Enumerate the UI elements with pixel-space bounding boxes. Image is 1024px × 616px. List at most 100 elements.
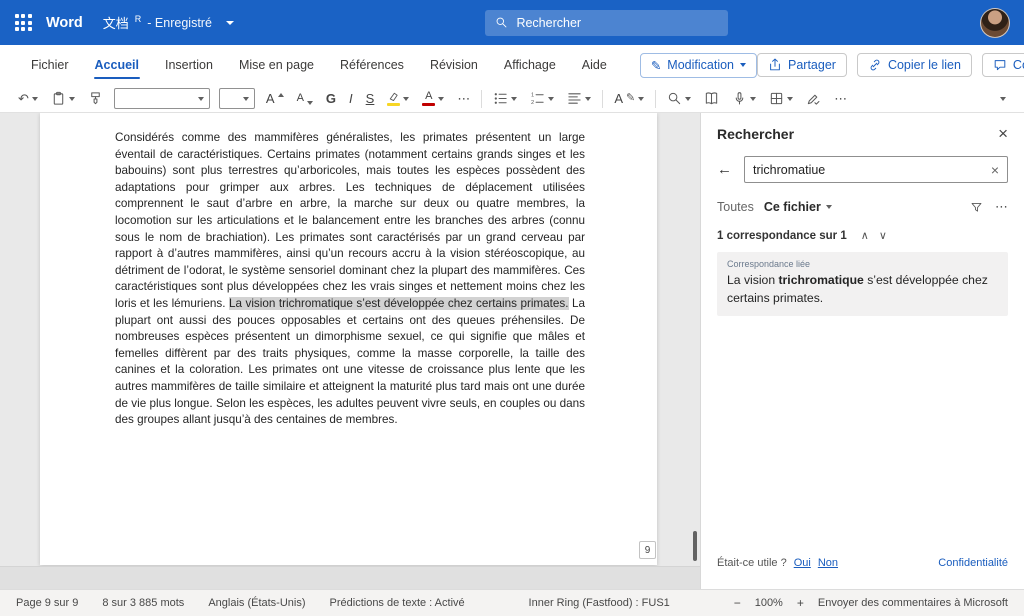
zoom-level[interactable]: 100% [755, 597, 783, 609]
app-launcher-button[interactable] [0, 0, 46, 45]
chevron-down-icon [740, 63, 746, 67]
zoom-out-button[interactable]: − [734, 596, 741, 610]
font-color-button[interactable]: A [420, 90, 446, 107]
book-icon [704, 91, 719, 106]
document-title-group[interactable]: 文档 R - Enregistré [103, 13, 234, 32]
tab-affichage[interactable]: Affichage [491, 45, 569, 85]
alignment-button[interactable] [565, 90, 593, 107]
waffle-icon [15, 14, 32, 31]
tab-fichier[interactable]: Fichier [18, 45, 82, 85]
paragraph-text-after: La plupart ont aussi des pouces opposabl… [115, 297, 585, 426]
scope-file-dropdown[interactable]: Ce fichier [764, 200, 832, 214]
chevron-down-icon [32, 97, 38, 101]
main-content: Considérés comme des mammifères générali… [0, 113, 1024, 589]
share-button[interactable]: Partager [757, 53, 847, 77]
global-search-box[interactable]: Rechercher [485, 10, 728, 36]
editing-mode-button[interactable]: ✎ Modification [640, 53, 757, 78]
more-options-icon[interactable]: ⋯ [995, 199, 1008, 215]
privacy-link[interactable]: Confidentialité [938, 557, 1008, 569]
more-commands-button[interactable]: ⋯ [832, 91, 849, 106]
styles-button[interactable]: A ✎ [612, 91, 646, 106]
bullet-list-button[interactable] [491, 90, 519, 107]
shrink-font-button[interactable]: A [295, 92, 315, 105]
dictate-button[interactable] [730, 90, 758, 107]
language-status[interactable]: Anglais (États-Unis) [208, 597, 305, 609]
clear-search-icon[interactable]: × [991, 163, 999, 177]
user-avatar[interactable] [980, 8, 1010, 38]
tab-revision[interactable]: Révision [417, 45, 491, 85]
document-paragraph[interactable]: Considérés comme des mammifères générali… [115, 130, 585, 429]
underline-button[interactable]: S [364, 91, 377, 106]
helpful-question: Était-ce utile ? [717, 557, 787, 569]
tab-accueil[interactable]: Accueil [82, 45, 152, 85]
italic-button[interactable]: I [347, 91, 355, 106]
find-button[interactable] [665, 90, 693, 107]
horizontal-scrollbar[interactable] [0, 566, 700, 589]
comment-icon [993, 58, 1007, 72]
helpful-no-link[interactable]: Non [818, 557, 838, 569]
document-page[interactable]: Considérés comme des mammifères générali… [40, 113, 657, 565]
editor-button[interactable] [804, 90, 823, 107]
helpful-yes-link[interactable]: Oui [794, 557, 811, 569]
comments-label: Commentaires [1013, 58, 1024, 72]
statusbar-right: − 100% + Envoyer des commentaires à Micr… [734, 596, 1008, 610]
caret-down-icon [307, 101, 313, 105]
chevron-down-icon [787, 97, 793, 101]
format-painter-button[interactable] [86, 90, 105, 107]
find-pane-header: Rechercher × [717, 125, 1008, 142]
bold-button[interactable]: G [324, 91, 338, 106]
shrink-font-letter: A [297, 93, 304, 104]
match-count-row: 1 correspondance sur 1 ∧ ∨ [717, 229, 1008, 242]
tab-mise-en-page[interactable]: Mise en page [226, 45, 327, 85]
chevron-down-icon [69, 97, 75, 101]
clipboard-icon [51, 91, 66, 106]
format-painter-icon [88, 91, 103, 106]
result-text-before: La vision [727, 273, 779, 287]
chevron-down-icon [750, 97, 756, 101]
filter-icon[interactable] [970, 201, 983, 214]
document-badge: R [135, 14, 142, 24]
tab-insertion[interactable]: Insertion [152, 45, 226, 85]
next-match-icon[interactable]: ∨ [879, 229, 887, 242]
search-icon [495, 16, 508, 29]
tab-references[interactable]: Références [327, 45, 417, 85]
chevron-down-icon [585, 97, 591, 101]
previous-match-icon[interactable]: ∧ [861, 229, 869, 242]
copy-link-button[interactable]: Copier le lien [857, 53, 972, 77]
collapse-ribbon-button[interactable] [998, 96, 1008, 102]
paste-button[interactable] [49, 90, 77, 107]
vertical-scrollbar-thumb[interactable] [693, 531, 697, 561]
divider [655, 90, 656, 108]
scope-all-label[interactable]: Toutes [717, 200, 754, 214]
back-arrow-icon[interactable]: ← [717, 162, 732, 177]
global-search-placeholder: Rechercher [516, 16, 581, 30]
text-predictions-status[interactable]: Prédictions de texte : Activé [330, 597, 465, 609]
page-count-status[interactable]: Page 9 sur 9 [16, 597, 78, 609]
tab-aide[interactable]: Aide [569, 45, 620, 85]
more-font-options-button[interactable]: ⋯ [455, 91, 472, 106]
find-pane-footer: Était-ce utile ? Oui Non Confidentialité [717, 557, 1008, 569]
send-feedback-link[interactable]: Envoyer des commentaires à Microsoft [818, 597, 1008, 609]
result-text-match: trichromatique [779, 273, 864, 287]
font-name-combo[interactable] [114, 88, 210, 109]
search-result-card[interactable]: Correspondance liée La vision trichromat… [717, 252, 1008, 316]
app-name[interactable]: Word [46, 15, 83, 31]
zoom-in-button[interactable]: + [797, 596, 804, 610]
bold-letter: G [326, 92, 336, 105]
font-size-combo[interactable] [219, 88, 255, 109]
match-nav-arrows: ∧ ∨ [861, 229, 887, 242]
numbered-list-button[interactable]: 12 [528, 90, 556, 107]
result-label: Correspondance liée [727, 259, 998, 269]
word-count-status[interactable]: 8 sur 3 885 mots [102, 597, 184, 609]
undo-button[interactable]: ↶ [16, 91, 40, 106]
designer-button[interactable] [767, 90, 795, 107]
comments-button[interactable]: Commentaires [982, 53, 1024, 77]
highlight-color-button[interactable] [385, 90, 411, 107]
status-bar: Page 9 sur 9 8 sur 3 885 mots Anglais (É… [0, 589, 1024, 616]
find-pane-tools: ⋯ [970, 199, 1008, 215]
read-aloud-button[interactable] [702, 90, 721, 107]
chevron-down-icon [511, 97, 517, 101]
close-icon[interactable]: × [998, 125, 1008, 142]
grow-font-button[interactable]: A [264, 91, 286, 106]
find-search-input[interactable] [753, 163, 991, 177]
